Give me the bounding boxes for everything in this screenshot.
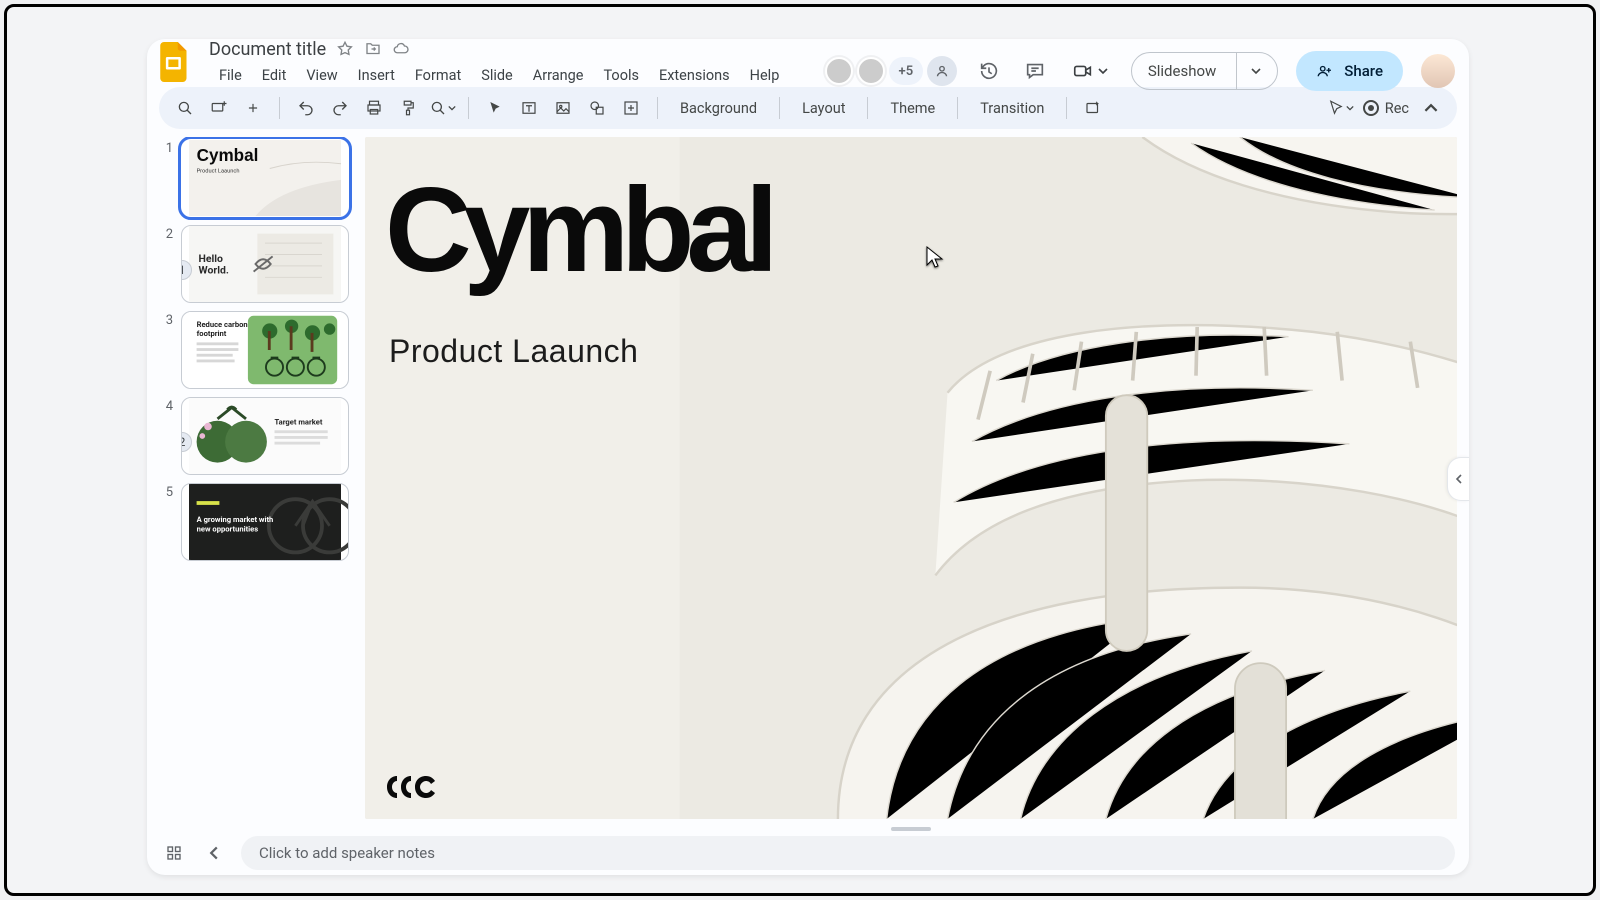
- video-call-button[interactable]: [1067, 56, 1113, 86]
- slideshow-button[interactable]: Slideshow: [1131, 52, 1278, 90]
- record-label: Rec: [1385, 100, 1409, 117]
- filmstrip-collapse-icon[interactable]: [201, 840, 227, 866]
- sparkle-icon[interactable]: [1079, 94, 1107, 122]
- svg-text:footprint: footprint: [197, 329, 227, 338]
- menu-bar: File Edit View Insert Format Slide Arran…: [209, 64, 789, 86]
- thumbnail-slide-5[interactable]: A growing market withnew opportunities: [181, 483, 349, 561]
- shape-icon[interactable]: [583, 94, 611, 122]
- people-icon: [1316, 62, 1334, 80]
- slide-number: 2: [159, 225, 173, 303]
- star-icon[interactable]: [336, 40, 354, 58]
- history-icon[interactable]: [975, 57, 1003, 85]
- thumbnail-slide-3[interactable]: Reduce carbonfootprint: [181, 311, 349, 389]
- record-button[interactable]: Rec: [1363, 100, 1409, 117]
- paint-format-icon[interactable]: [394, 94, 422, 122]
- undo-icon[interactable]: [292, 94, 320, 122]
- record-icon: [1363, 100, 1379, 116]
- menu-view[interactable]: View: [296, 64, 347, 87]
- menu-tools[interactable]: Tools: [593, 64, 649, 87]
- slides-logo[interactable]: [157, 41, 191, 83]
- slide-number: 1: [159, 139, 173, 217]
- collaborator-avatars[interactable]: +5: [825, 56, 957, 86]
- print-icon[interactable]: [360, 94, 388, 122]
- new-slide-icon[interactable]: [205, 94, 233, 122]
- menu-arrange[interactable]: Arrange: [523, 64, 594, 87]
- slideshow-label: Slideshow: [1148, 62, 1216, 80]
- background-button[interactable]: Background: [670, 97, 767, 120]
- redo-icon[interactable]: [326, 94, 354, 122]
- meet-button-icon[interactable]: [927, 56, 957, 86]
- avatar[interactable]: [857, 57, 885, 85]
- menu-extensions[interactable]: Extensions: [649, 64, 740, 87]
- transition-button[interactable]: Transition: [970, 97, 1054, 120]
- menu-format[interactable]: Format: [405, 64, 471, 87]
- document-title[interactable]: Document title: [209, 39, 326, 60]
- share-label: Share: [1344, 62, 1383, 80]
- svg-text:World.: World.: [199, 264, 229, 277]
- grid-view-icon[interactable]: [161, 840, 187, 866]
- new-slide-menu-icon[interactable]: [239, 94, 267, 122]
- menu-insert[interactable]: Insert: [348, 64, 405, 87]
- move-folder-icon[interactable]: [364, 40, 382, 58]
- slide-filmstrip: 1 CymbalProduct Laaunch 2 1 HelloWorld. …: [159, 137, 349, 831]
- menu-file[interactable]: File: [209, 64, 252, 87]
- share-button[interactable]: Share: [1296, 51, 1403, 91]
- thumbnail-slide-4[interactable]: 2 Target market: [181, 397, 349, 475]
- slide-number: 3: [159, 311, 173, 389]
- thumbnail-slide-2[interactable]: 1 HelloWorld.: [181, 225, 349, 303]
- slide-title[interactable]: Cymbal: [385, 161, 770, 299]
- pointer-tool-icon[interactable]: [1327, 94, 1355, 122]
- svg-text:A growing market with: A growing market with: [197, 515, 274, 524]
- cursor-icon: [925, 245, 945, 269]
- thumbnail-slide-1[interactable]: Cymbal Product Laaunch: [181, 139, 349, 217]
- menu-edit[interactable]: Edit: [252, 64, 297, 87]
- theme-button[interactable]: Theme: [880, 97, 945, 120]
- more-collaborators[interactable]: +5: [889, 57, 923, 85]
- svg-text:new opportunities: new opportunities: [197, 525, 259, 534]
- textbox-icon[interactable]: [515, 94, 543, 122]
- menu-help[interactable]: Help: [740, 64, 790, 87]
- select-tool-icon[interactable]: [481, 94, 509, 122]
- slide-number: 4: [159, 397, 173, 475]
- image-icon[interactable]: [549, 94, 577, 122]
- svg-text:Product Laaunch: Product Laaunch: [197, 168, 240, 174]
- svg-text:Target market: Target market: [275, 418, 323, 427]
- slide-subtitle[interactable]: Product Laaunch: [389, 333, 638, 370]
- caret-down-icon: [1098, 66, 1108, 76]
- account-avatar[interactable]: [1421, 54, 1455, 88]
- layout-button[interactable]: Layout: [792, 97, 855, 120]
- line-icon[interactable]: [617, 94, 645, 122]
- menu-slide[interactable]: Slide: [471, 64, 523, 87]
- zoom-icon[interactable]: [428, 94, 456, 122]
- avatar[interactable]: [825, 57, 853, 85]
- comments-icon[interactable]: [1021, 57, 1049, 85]
- speaker-notes-placeholder: Click to add speaker notes: [259, 844, 435, 862]
- collapse-toolbar-icon[interactable]: [1417, 94, 1445, 122]
- search-icon[interactable]: [171, 94, 199, 122]
- side-panel-toggle[interactable]: [1447, 457, 1469, 501]
- brand-mark-icon: [385, 773, 437, 801]
- speaker-notes-input[interactable]: Click to add speaker notes: [241, 836, 1455, 870]
- slide-number: 5: [159, 483, 173, 561]
- caret-down-icon[interactable]: [1251, 66, 1261, 76]
- toolbar: Background Layout Theme Transition Rec: [159, 87, 1457, 129]
- slide-canvas[interactable]: Cymbal Product Laaunch: [365, 137, 1457, 819]
- cloud-saved-icon[interactable]: [392, 40, 410, 58]
- svg-text:Cymbal: Cymbal: [197, 146, 259, 165]
